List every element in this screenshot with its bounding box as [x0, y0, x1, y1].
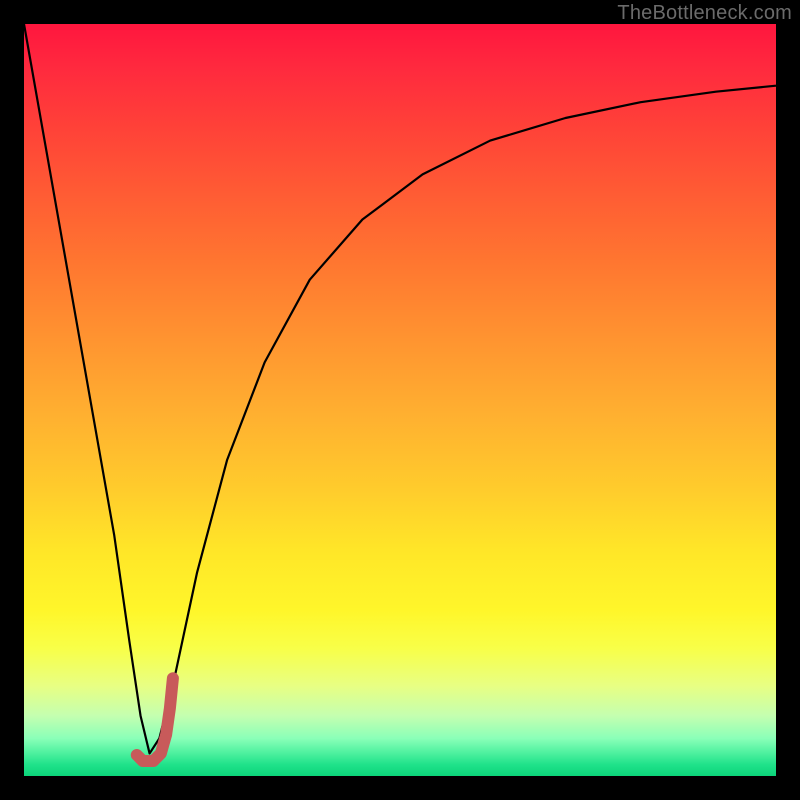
marker-j [137, 678, 173, 761]
watermark-text: TheBottleneck.com [617, 2, 792, 25]
bottleneck-curve [24, 24, 776, 753]
curve-layer [24, 24, 776, 776]
plot-area [24, 24, 776, 776]
chart-stage: TheBottleneck.com [0, 0, 800, 800]
